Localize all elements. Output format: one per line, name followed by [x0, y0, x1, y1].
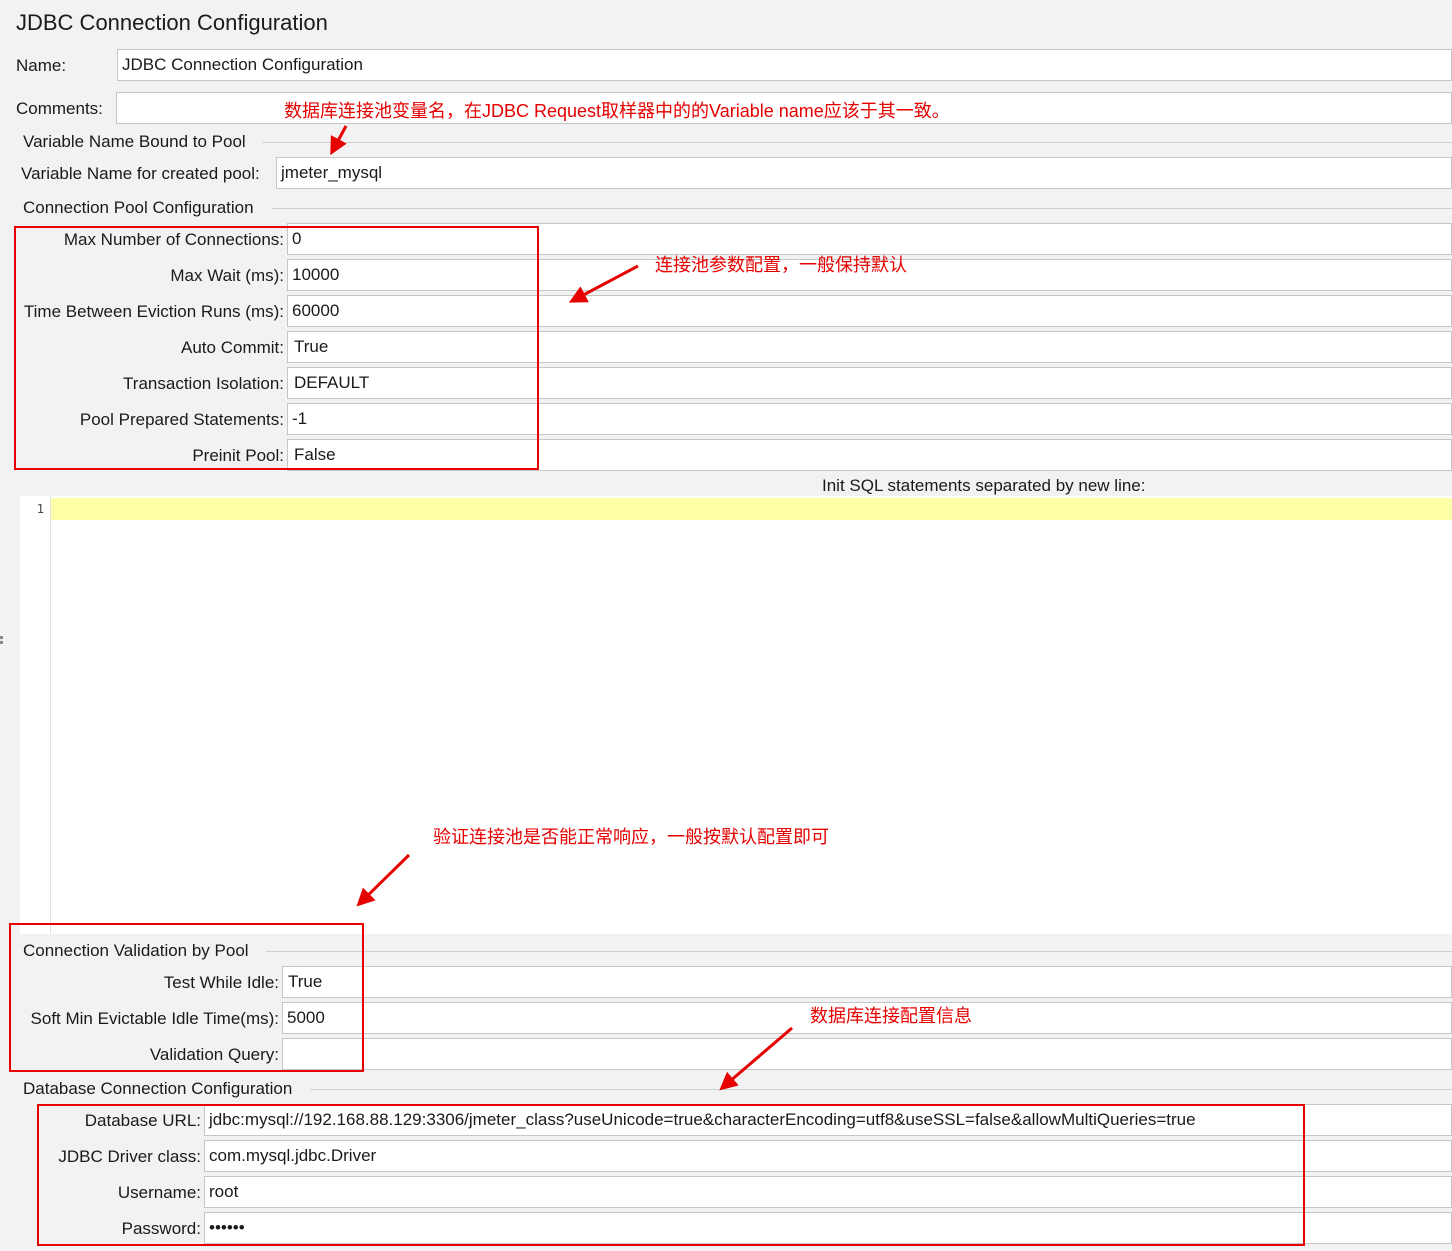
variable-section-divider: [262, 142, 1452, 143]
pool-section-divider: [272, 208, 1452, 209]
database-highlight-box: [37, 1104, 1305, 1246]
pool-highlight-box: [14, 226, 539, 470]
init-sql-label: Init SQL statements separated by new lin…: [822, 476, 1146, 495]
name-input[interactable]: JDBC Connection Configuration: [117, 49, 1452, 81]
splitter-handle[interactable]: [0, 636, 4, 650]
variable-annotation: 数据库连接池变量名，在JDBC Request取样器中的的Variable na…: [284, 101, 950, 121]
comments-label: Comments:: [16, 99, 103, 118]
editor-gutter: [20, 496, 51, 934]
validation-annotation: 验证连接池是否能正常响应，一般按默认配置即可: [433, 827, 829, 847]
pool-annotation: 连接池参数配置，一般保持默认: [655, 255, 907, 275]
variable-name-label: Variable Name for created pool:: [21, 164, 260, 183]
init-sql-editor[interactable]: [20, 496, 1452, 934]
database-section-title: Database Connection Configuration: [23, 1079, 293, 1098]
validation-highlight-box: [9, 923, 364, 1072]
variable-section-title: Variable Name Bound to Pool: [23, 132, 246, 151]
name-label: Name:: [16, 56, 67, 75]
test-while-idle-select[interactable]: True: [282, 966, 1452, 998]
line-number: 1: [36, 502, 44, 516]
pool-section-title: Connection Pool Configuration: [23, 198, 254, 217]
validation-section-divider: [266, 951, 1452, 952]
variable-arrow: [330, 125, 348, 156]
page-title: JDBC Connection Configuration: [16, 10, 328, 35]
database-section-divider: [310, 1089, 1452, 1090]
database-annotation: 数据库连接配置信息: [810, 1006, 972, 1026]
validation-query-input[interactable]: [282, 1038, 1452, 1070]
variable-name-input[interactable]: jmeter_mysql: [276, 157, 1452, 189]
current-line-highlight: [51, 498, 1452, 520]
